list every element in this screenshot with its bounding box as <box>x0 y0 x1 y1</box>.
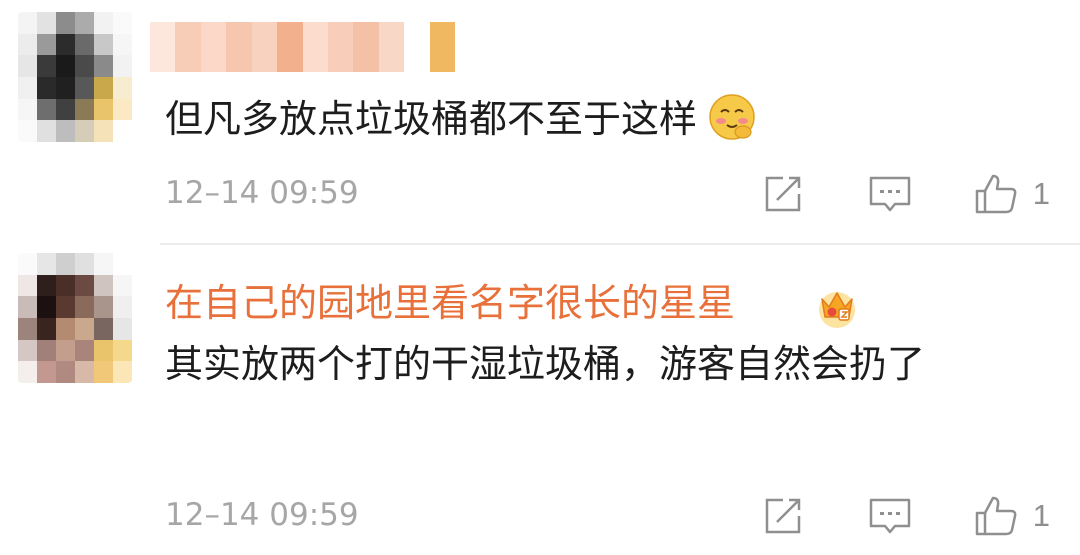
reply-button[interactable] <box>867 172 913 216</box>
like-button[interactable]: 1 <box>973 494 1050 538</box>
like-count: 1 <box>1032 176 1050 211</box>
comment-icon <box>869 498 910 534</box>
like-count: 1 <box>1032 498 1050 533</box>
avatar[interactable] <box>18 12 132 142</box>
share-icon <box>765 498 800 534</box>
like-button[interactable]: 1 <box>973 172 1050 216</box>
comment-timestamp: 12–14 09:59 <box>165 497 359 533</box>
comment-text: 其实放两个打的干湿垃圾桶，游客自然会扔了 <box>165 342 926 386</box>
username-blurred[interactable] <box>150 22 456 72</box>
repost-button[interactable] <box>761 172 807 216</box>
thumbs-up-icon <box>975 174 1017 214</box>
vip-crown-badge-icon <box>819 292 855 328</box>
blush-emoji-icon <box>709 94 755 140</box>
comment-timestamp: 12–14 09:59 <box>165 175 359 211</box>
comment-text: 但凡多放点垃圾桶都不至于这样 <box>165 88 1045 150</box>
share-icon <box>765 176 800 212</box>
comment-actions: 1 <box>701 172 1050 216</box>
thumbs-up-icon <box>975 496 1017 536</box>
comment-item: 在自己的园地里看名字很长的星星 其实放两个打的干湿垃圾桶，游客自然会扔了 12–… <box>0 245 1080 555</box>
username[interactable]: 在自己的园地里看名字很长的星星 <box>165 281 735 325</box>
repost-button[interactable] <box>761 494 807 538</box>
comment-icon <box>869 176 910 212</box>
reply-button[interactable] <box>867 494 913 538</box>
comment-item: 但凡多放点垃圾桶都不至于这样 12–14 09:59 1 <box>0 0 1080 245</box>
comment-actions: 1 <box>701 494 1050 538</box>
avatar[interactable] <box>18 253 132 383</box>
